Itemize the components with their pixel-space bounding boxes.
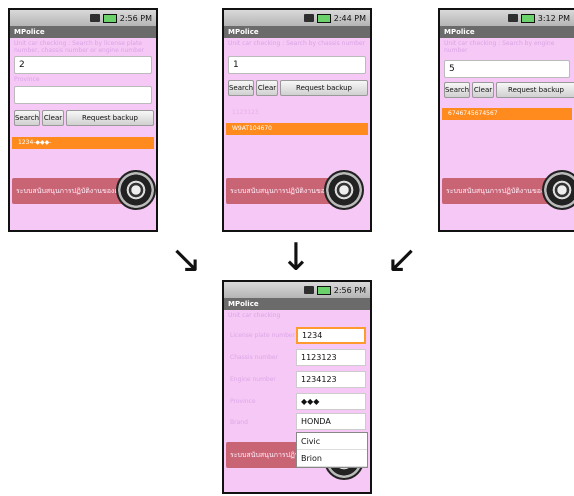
detail-heading: Unit car checking <box>228 312 281 319</box>
license-plate-field[interactable]: 1234 <box>296 327 366 344</box>
license-plate-label: License plate number <box>230 332 296 339</box>
clock: 2:56 PM <box>333 285 366 295</box>
province-input[interactable] <box>14 86 152 104</box>
clear-button[interactable]: Clear <box>42 110 64 126</box>
search-hint: Unit car checking : Search by chassis nu… <box>228 40 366 47</box>
request-backup-button[interactable]: Request backup <box>66 110 154 126</box>
clear-button[interactable]: Clear <box>472 82 494 98</box>
battery-icon <box>102 13 117 23</box>
search-button[interactable]: Search <box>444 82 470 98</box>
brand-field[interactable]: HONDA <box>296 413 366 430</box>
phone-screen-license-search: 2:56 PM MPolice Unit car checking : Sear… <box>8 8 158 232</box>
arrow-down-icon: ↓ <box>280 235 312 279</box>
search-button[interactable]: Search <box>14 110 40 126</box>
result-item[interactable]: 1123123 <box>226 107 368 119</box>
search-input[interactable]: 1 <box>228 56 366 74</box>
battery-icon <box>316 13 331 23</box>
province-label: Province <box>230 398 256 405</box>
status-bar: 2:56 PM <box>10 10 156 26</box>
request-backup-button[interactable]: Request backup <box>280 80 368 96</box>
clock: 2:56 PM <box>119 13 152 23</box>
model-dropdown[interactable]: Civic Brion <box>296 432 368 468</box>
arrow-down-left-icon: ↙ <box>386 237 418 281</box>
engine-label: Engine number <box>230 376 276 383</box>
clock: 3:12 PM <box>537 13 570 23</box>
phone-screen-detail: 2:56 PM MPolice Unit car checking Licens… <box>222 280 372 494</box>
arrow-down-right-icon: ↘ <box>170 237 202 281</box>
app-title: MPolice <box>224 26 370 38</box>
signal-icon <box>89 14 100 22</box>
search-input[interactable]: 5 <box>444 60 570 78</box>
signal-icon <box>507 14 518 22</box>
app-title: MPolice <box>10 26 156 38</box>
phone-screen-engine-search: 3:12 PM MPolice Unit car checking : Sear… <box>438 8 574 232</box>
clock: 2:44 PM <box>333 13 366 23</box>
police-seal-logo <box>116 170 156 210</box>
request-backup-button[interactable]: Request backup <box>496 82 574 98</box>
search-input[interactable]: 2 <box>14 56 152 74</box>
province-field[interactable]: ◆◆◆ <box>296 393 366 410</box>
app-title: MPolice <box>224 298 370 310</box>
police-seal-logo <box>542 170 574 210</box>
province-hint: Province <box>14 76 40 83</box>
engine-field[interactable]: 1234123 <box>296 371 366 388</box>
chassis-field[interactable]: 1123123 <box>296 349 366 366</box>
result-item-selected[interactable]: W9AT104670 <box>226 123 368 135</box>
dropdown-item-civic[interactable]: Civic <box>297 433 367 450</box>
search-hint: Unit car checking : Search by engine num… <box>444 40 555 54</box>
result-item[interactable]: 6746745674567 <box>442 108 572 120</box>
dropdown-item-brion[interactable]: Brion <box>297 450 367 467</box>
status-bar: 3:12 PM <box>440 10 574 26</box>
signal-icon <box>303 14 314 22</box>
app-title: MPolice <box>440 26 574 38</box>
signal-icon <box>303 286 314 294</box>
battery-icon <box>520 13 535 23</box>
phone-screen-chassis-search: 2:44 PM MPolice Unit car checking : Sear… <box>222 8 372 232</box>
status-bar: 2:44 PM <box>224 10 370 26</box>
clear-button[interactable]: Clear <box>256 80 278 96</box>
search-button[interactable]: Search <box>228 80 254 96</box>
police-seal-logo <box>324 170 364 210</box>
battery-icon <box>316 285 331 295</box>
chassis-label: Chassis number <box>230 354 279 361</box>
search-hint: Unit car checking : Search by license pl… <box>14 40 145 54</box>
brand-label: Brand <box>230 419 248 426</box>
result-item[interactable]: 1234-◆◆◆- <box>12 137 154 149</box>
status-bar: 2:56 PM <box>224 282 370 298</box>
